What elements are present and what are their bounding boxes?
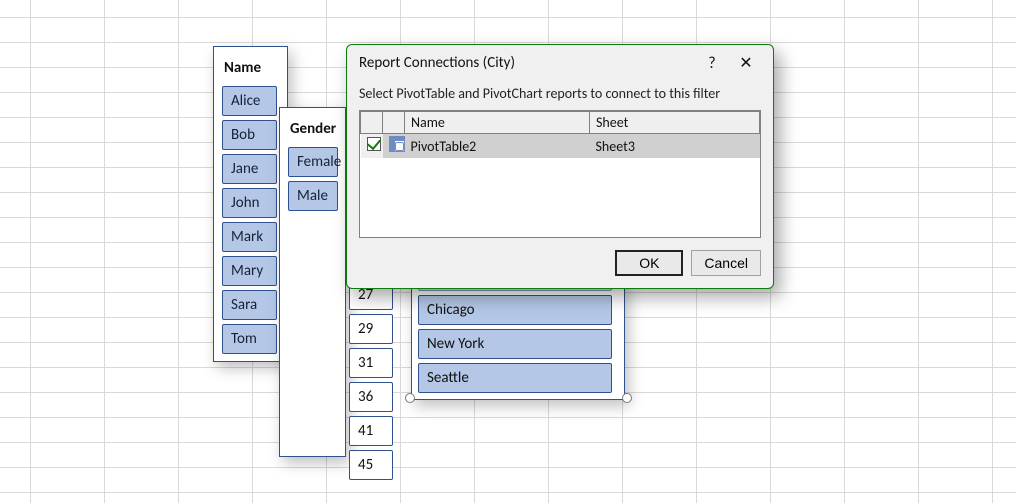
slicer-name[interactable]: Name Alice Bob Jane John Mark Mary Sara … — [213, 46, 288, 362]
slicer-gender-header: Gender — [288, 116, 337, 147]
slicer-city-item[interactable]: New York — [418, 329, 612, 359]
slicer-gender-item[interactable]: Female — [288, 147, 338, 177]
slicer-city[interactable]: Boston Chicago New York Seattle — [411, 277, 625, 400]
selection-handle-left[interactable] — [405, 393, 415, 403]
table-row[interactable]: PivotTable2 Sheet3 — [361, 134, 760, 159]
dialog-titlebar[interactable]: Report Connections (City) ? ✕ — [347, 45, 773, 81]
col-sheet[interactable]: Sheet — [590, 112, 760, 134]
slicer-age-item[interactable]: 36 — [349, 382, 393, 412]
col-check — [361, 112, 383, 134]
slicer-name-header: Name — [222, 55, 279, 86]
slicer-name-item[interactable]: Alice — [222, 86, 277, 116]
dialog-button-row: OK Cancel — [347, 250, 773, 288]
close-button[interactable]: ✕ — [729, 53, 763, 73]
dialog-title: Report Connections (City) — [359, 54, 695, 72]
slicer-name-item[interactable]: Jane — [222, 154, 277, 184]
col-name[interactable]: Name — [405, 112, 590, 134]
slicer-city-item[interactable]: Chicago — [418, 295, 612, 325]
slicer-age[interactable]: 27 29 31 36 41 45 — [349, 280, 393, 484]
slicer-age-item[interactable]: 29 — [349, 314, 393, 344]
pivottable-icon — [389, 136, 405, 152]
row-name: PivotTable2 — [405, 134, 590, 159]
help-button[interactable]: ? — [695, 54, 729, 73]
cancel-button[interactable]: Cancel — [691, 250, 761, 276]
slicer-name-item[interactable]: Tom — [222, 324, 277, 354]
slicer-age-item[interactable]: 45 — [349, 450, 393, 480]
selection-handle-right[interactable] — [622, 393, 632, 403]
connections-table: Name Sheet PivotTable2 Sheet3 — [360, 111, 760, 158]
slicer-age-item[interactable]: 31 — [349, 348, 393, 378]
row-checkbox[interactable] — [367, 137, 381, 151]
dialog-description: Select PivotTable and PivotChart reports… — [347, 81, 773, 110]
slicer-gender-item[interactable]: Male — [288, 181, 338, 211]
slicer-name-item[interactable]: Bob — [222, 120, 277, 150]
slicer-gender-items: Female Male — [288, 147, 337, 211]
slicer-name-items: Alice Bob Jane John Mark Mary Sara Tom — [222, 86, 279, 354]
report-connections-dialog: Report Connections (City) ? ✕ Select Piv… — [346, 44, 774, 289]
row-sheet: Sheet3 — [590, 134, 760, 159]
slicer-gender[interactable]: Gender Female Male — [279, 107, 346, 457]
slicer-name-item[interactable]: Sara — [222, 290, 277, 320]
slicer-name-item[interactable]: Mark — [222, 222, 277, 252]
ok-button[interactable]: OK — [615, 250, 683, 276]
slicer-age-item[interactable]: 41 — [349, 416, 393, 446]
slicer-name-item[interactable]: John — [222, 188, 277, 218]
slicer-city-item[interactable]: Seattle — [418, 363, 612, 393]
col-icon — [383, 112, 405, 134]
slicer-name-item[interactable]: Mary — [222, 256, 277, 286]
connections-table-wrap: Name Sheet PivotTable2 Sheet3 — [359, 110, 761, 238]
